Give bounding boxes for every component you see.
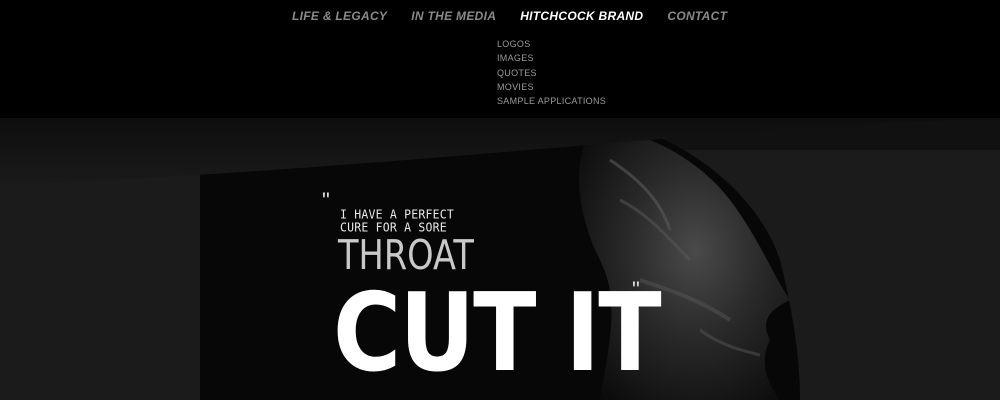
nav-item-life-legacy[interactable]: LIFE & LEGACY (292, 9, 387, 23)
brand-dropdown-menu: LOGOS IMAGES QUOTES MOVIES SAMPLE APPLIC… (497, 37, 606, 108)
dropdown-item-movies[interactable]: MOVIES (497, 80, 606, 94)
quote-line-4: CUT IT (333, 271, 662, 396)
dropdown-item-sample-applications[interactable]: SAMPLE APPLICATIONS (497, 94, 606, 108)
main-nav: LIFE & LEGACY IN THE MEDIA HITCHCOCK BRA… (292, 9, 727, 23)
nav-item-in-the-media[interactable]: IN THE MEDIA (411, 9, 496, 23)
quote-open-mark: " (322, 188, 330, 213)
nav-item-contact[interactable]: CONTACT (667, 9, 727, 23)
nav-item-hitchcock-brand[interactable]: HITCHCOCK BRAND (520, 9, 643, 23)
dropdown-item-logos[interactable]: LOGOS (497, 37, 606, 51)
dropdown-item-quotes[interactable]: QUOTES (497, 66, 606, 80)
page: LIFE & LEGACY IN THE MEDIA HITCHCOCK BRA… (0, 0, 1000, 400)
quote-close-mark: " (632, 277, 640, 302)
dropdown-item-images[interactable]: IMAGES (497, 51, 606, 65)
